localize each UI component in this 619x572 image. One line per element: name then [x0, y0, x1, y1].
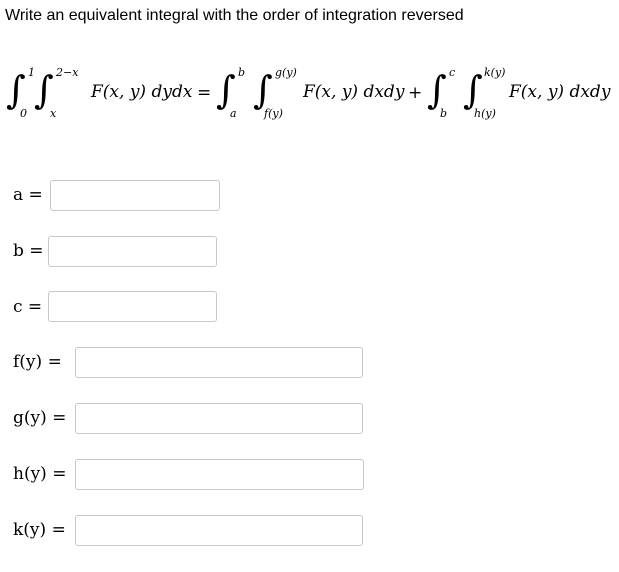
- inner-integral-sign: ∫: [253, 68, 273, 112]
- inner-lower-limit: x: [50, 107, 57, 120]
- field-label-c: c =: [13, 297, 43, 317]
- equals-sign: =: [197, 83, 212, 103]
- field-label-b: b =: [13, 241, 44, 261]
- left-integrand: F(x, y) dydx: [91, 82, 193, 102]
- outer-upper-limit: c: [449, 66, 456, 79]
- field-label-k: k(y) =: [13, 520, 66, 540]
- right-integrand-2: F(x, y) dxdy: [509, 82, 611, 102]
- outer-lower-limit: b: [440, 107, 448, 120]
- inner-lower-limit: f(y): [264, 107, 283, 120]
- field-label-a: a =: [13, 185, 43, 205]
- outer-lower-limit: a: [230, 107, 237, 120]
- answer-input-k[interactable]: [75, 515, 363, 546]
- inner-lower-limit: h(y): [474, 107, 496, 120]
- outer-integral-sign: ∫: [6, 68, 26, 112]
- inner-upper-limit: 2−x: [56, 66, 79, 79]
- question-prompt: Write an equivalent integral with the or…: [5, 7, 464, 24]
- inner-integral-sign: ∫: [34, 68, 54, 112]
- outer-lower-limit: 0: [20, 107, 27, 120]
- answer-input-h[interactable]: [75, 459, 364, 490]
- field-label-f: f(y) =: [13, 352, 62, 372]
- answer-input-g[interactable]: [75, 403, 363, 434]
- field-label-g: g(y) =: [13, 408, 67, 428]
- plus-sign: +: [408, 83, 423, 103]
- right-integrand-1: F(x, y) dxdy: [303, 82, 405, 102]
- integral-equation: ∫ 1 0 ∫ 2−x x F(x, y) dydx = ∫ b a ∫ g(y…: [0, 55, 619, 140]
- outer-integral-sign: ∫: [427, 68, 447, 112]
- outer-upper-limit: b: [238, 66, 246, 79]
- answer-input-b[interactable]: [48, 236, 217, 267]
- answer-input-a[interactable]: [50, 180, 220, 211]
- inner-upper-limit: g(y): [275, 66, 297, 79]
- outer-integral-sign: ∫: [216, 68, 236, 112]
- field-label-h: h(y) =: [13, 464, 67, 484]
- answer-input-c[interactable]: [48, 291, 217, 322]
- inner-integral-sign: ∫: [463, 68, 483, 112]
- answer-input-f[interactable]: [75, 347, 363, 378]
- inner-upper-limit: k(y): [484, 66, 506, 79]
